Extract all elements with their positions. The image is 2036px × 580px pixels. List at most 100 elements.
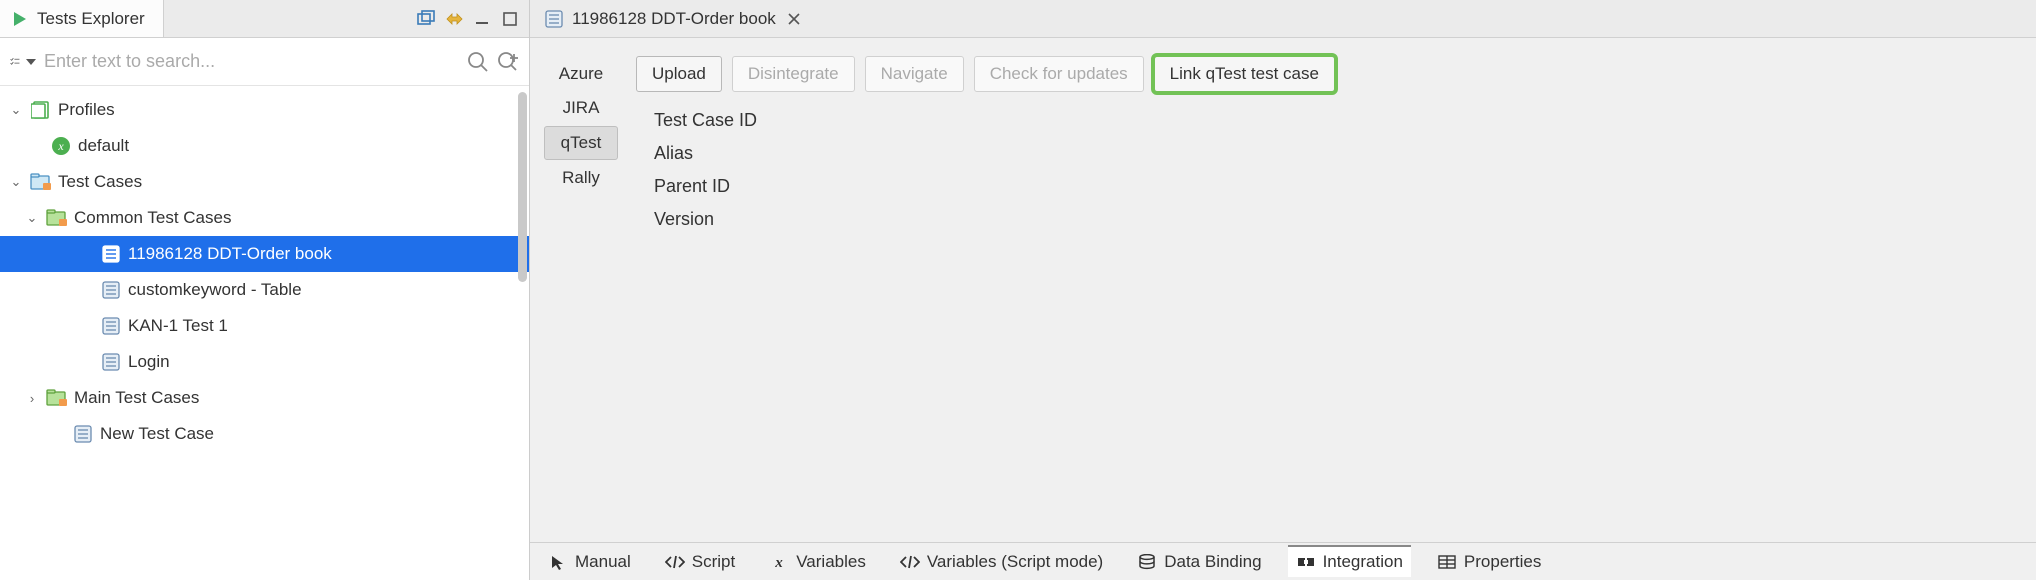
checklist-icon [10, 54, 20, 70]
tree-label: Common Test Cases [74, 208, 231, 228]
integration-icon [1296, 552, 1316, 572]
tab-label: Variables (Script mode) [927, 552, 1103, 572]
tree-node-new-test-case[interactable]: New Test Case [0, 416, 529, 452]
tab-label: Properties [1464, 552, 1541, 572]
tests-explorer-panel: Tests Explorer [0, 0, 530, 580]
test-case-icon [100, 315, 122, 337]
integration-tab-list: Azure JIRA qTest Rally [544, 56, 618, 542]
field-alias-label: Alias [654, 143, 2026, 164]
editor-bottom-tabs: Manual Script x Variables Variables (Scr… [530, 542, 2036, 580]
integration-tab-azure[interactable]: Azure [544, 58, 618, 90]
tree-label: Main Test Cases [74, 388, 199, 408]
tree-node-login[interactable]: Login [0, 344, 529, 380]
code-icon [665, 552, 685, 572]
minimize-icon[interactable] [471, 8, 493, 30]
tests-explorer-icon [10, 9, 30, 29]
tree-scrollbar[interactable] [518, 92, 527, 282]
search-filter-dropdown[interactable] [10, 54, 36, 70]
test-case-icon [100, 243, 122, 265]
profile-icon: x [50, 135, 72, 157]
editor-tab-title: 11986128 DDT-Order book [572, 9, 776, 29]
tree-node-test-cases[interactable]: ⌄ Test Cases [0, 164, 529, 200]
search-bar [0, 38, 529, 86]
tab-integration[interactable]: Integration [1288, 545, 1411, 577]
tree-node-kan1[interactable]: KAN-1 Test 1 [0, 308, 529, 344]
tests-explorer-tab[interactable]: Tests Explorer [0, 0, 164, 37]
database-icon [1137, 552, 1157, 572]
integration-tab-jira[interactable]: JIRA [544, 92, 618, 124]
chevron-down-icon[interactable]: ⌄ [8, 102, 24, 118]
integration-tab-rally[interactable]: Rally [544, 162, 618, 194]
chevron-down-icon [26, 59, 36, 65]
maximize-icon[interactable] [499, 8, 521, 30]
tree-label: customkeyword - Table [128, 280, 302, 300]
folder-icon [46, 207, 68, 229]
tab-label: Script [692, 552, 735, 572]
close-icon[interactable] [784, 9, 804, 29]
svg-text:x: x [57, 139, 64, 153]
tab-label: Manual [575, 552, 631, 572]
tree-node-profiles[interactable]: ⌄ Profiles [0, 92, 529, 128]
tree-label: Test Cases [58, 172, 142, 192]
navigate-button[interactable]: Navigate [865, 56, 964, 92]
field-version-label: Version [654, 209, 2026, 230]
tree-label: default [78, 136, 129, 156]
integration-content: Upload Disintegrate Navigate Check for u… [636, 56, 2026, 542]
left-tab-bar: Tests Explorer [0, 0, 529, 38]
search-icon[interactable] [467, 51, 489, 73]
field-parent-id-label: Parent ID [654, 176, 2026, 197]
tree-node-order-book[interactable]: 11986128 DDT-Order book [0, 236, 529, 272]
tree-node-main-test-cases[interactable]: › Main Test Cases [0, 380, 529, 416]
tab-variables[interactable]: x Variables [761, 547, 874, 577]
check-updates-button[interactable]: Check for updates [974, 56, 1144, 92]
integration-fields: Test Case ID Alias Parent ID Version [636, 110, 2026, 230]
chevron-down-icon[interactable]: ⌄ [8, 174, 24, 190]
project-tree[interactable]: ⌄ Profiles x default ⌄ Test Cases ⌄ Comm [0, 86, 529, 580]
editor-tab-bar: 11986128 DDT-Order book [530, 0, 2036, 38]
tab-data-binding[interactable]: Data Binding [1129, 547, 1269, 577]
code-icon [900, 552, 920, 572]
tab-variables-script[interactable]: Variables (Script mode) [892, 547, 1111, 577]
chevron-right-icon[interactable]: › [24, 391, 40, 406]
table-icon [1437, 552, 1457, 572]
integration-action-bar: Upload Disintegrate Navigate Check for u… [636, 56, 2026, 92]
collapse-all-icon[interactable] [415, 8, 437, 30]
tree-label: Profiles [58, 100, 115, 120]
cursor-icon [548, 552, 568, 572]
tab-label: Variables [796, 552, 866, 572]
profiles-folder-icon [30, 99, 52, 121]
svg-text:x: x [774, 555, 783, 569]
upload-button[interactable]: Upload [636, 56, 722, 92]
editor-tab-order-book[interactable]: 11986128 DDT-Order book [534, 0, 818, 37]
tab-properties[interactable]: Properties [1429, 547, 1549, 577]
editor-panel: 11986128 DDT-Order book Azure JIRA qTest… [530, 0, 2036, 580]
editor-body: Azure JIRA qTest Rally Upload Disintegra… [530, 38, 2036, 542]
tab-script[interactable]: Script [657, 547, 743, 577]
left-panel-toolbar [415, 0, 529, 37]
tab-label: Data Binding [1164, 552, 1261, 572]
tests-explorer-title: Tests Explorer [37, 9, 145, 29]
tab-label: Integration [1323, 552, 1403, 572]
tree-node-default-profile[interactable]: x default [0, 128, 529, 164]
disintegrate-button[interactable]: Disintegrate [732, 56, 855, 92]
test-case-icon [544, 9, 564, 29]
tree-node-customkeyword[interactable]: customkeyword - Table [0, 272, 529, 308]
link-qtest-button[interactable]: Link qTest test case [1154, 56, 1335, 92]
field-test-case-id-label: Test Case ID [654, 110, 2026, 131]
test-case-icon [72, 423, 94, 445]
tree-label: 11986128 DDT-Order book [128, 244, 332, 264]
variable-icon: x [769, 552, 789, 572]
search-add-icon[interactable] [497, 51, 519, 73]
tree-label: New Test Case [100, 424, 214, 444]
chevron-down-icon[interactable]: ⌄ [24, 210, 40, 226]
tab-manual[interactable]: Manual [540, 547, 639, 577]
test-cases-folder-icon [30, 171, 52, 193]
search-input[interactable] [44, 51, 459, 72]
test-case-icon [100, 351, 122, 373]
tree-label: Login [128, 352, 170, 372]
integration-tab-qtest[interactable]: qTest [544, 126, 618, 160]
tree-label: KAN-1 Test 1 [128, 316, 228, 336]
test-case-icon [100, 279, 122, 301]
tree-node-common-test-cases[interactable]: ⌄ Common Test Cases [0, 200, 529, 236]
link-editor-icon[interactable] [443, 8, 465, 30]
